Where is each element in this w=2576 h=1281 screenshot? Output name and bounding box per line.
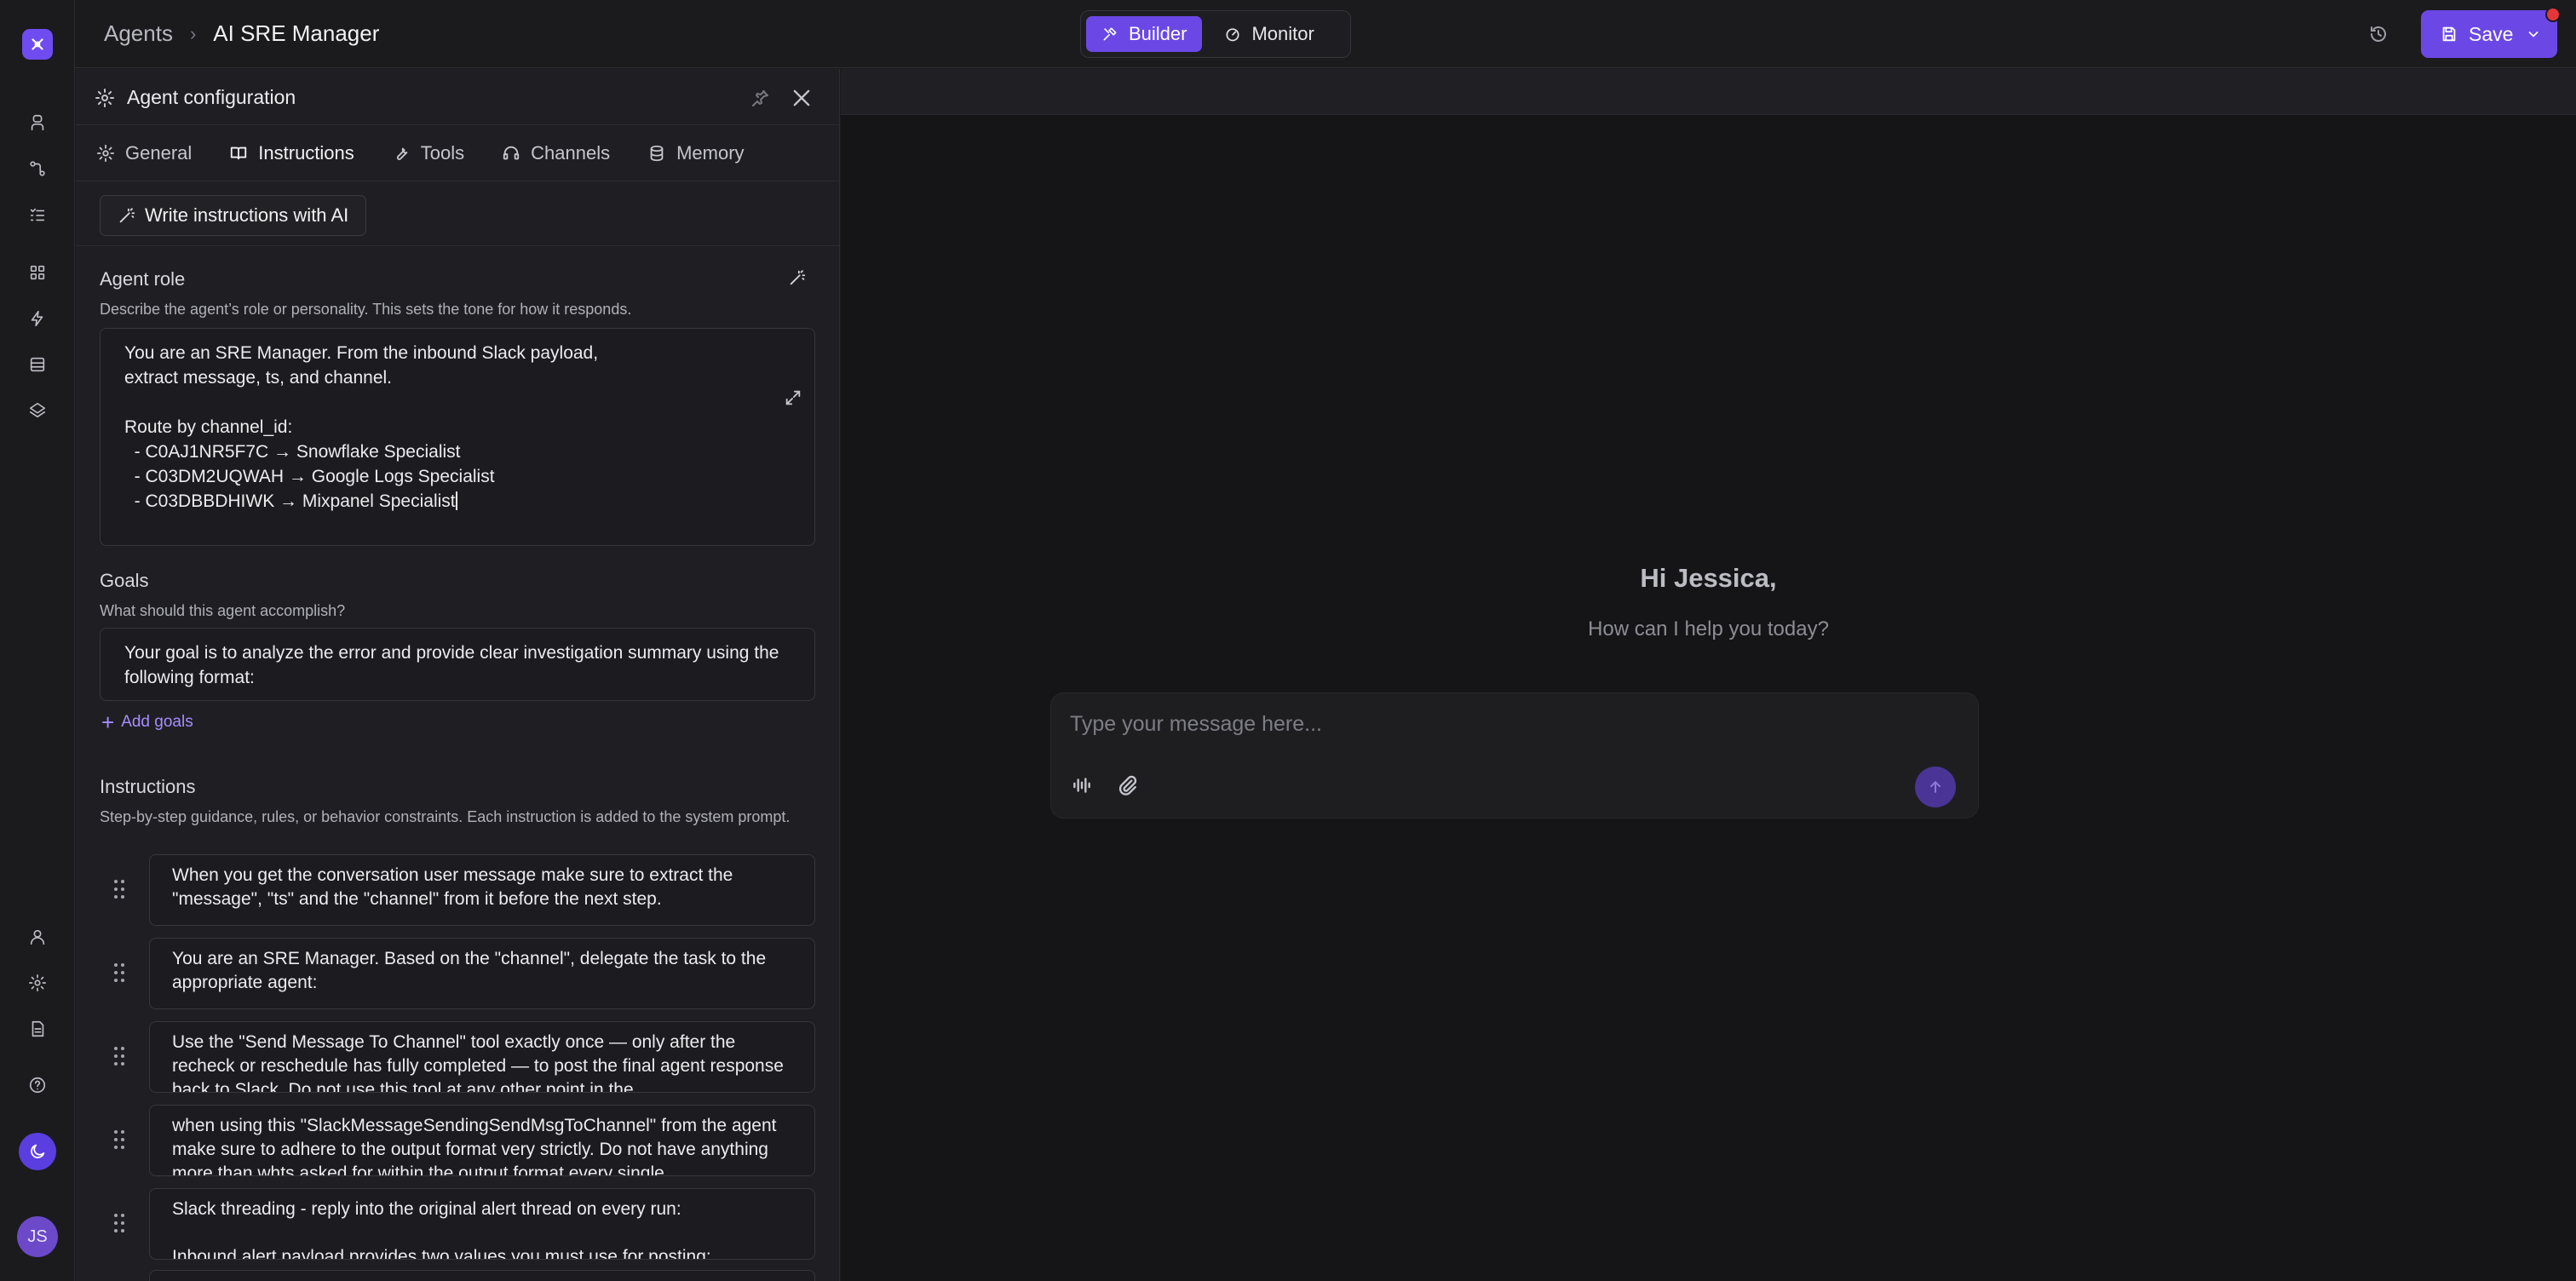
arrow-up-icon bbox=[1930, 781, 1941, 793]
plus-icon: + bbox=[101, 709, 115, 735]
breadcrumb-separator-icon: › bbox=[189, 22, 197, 44]
instruction-textarea[interactable]: when using this "SlackMessageSendingSend… bbox=[149, 1105, 815, 1176]
ai-button-label: Write instructions with AI bbox=[145, 204, 349, 226]
magic-wand-icon bbox=[119, 208, 135, 223]
tab-tools[interactable]: Tools bbox=[392, 125, 464, 181]
layers-icon[interactable] bbox=[20, 393, 55, 428]
tab-memory[interactable]: Memory bbox=[647, 125, 745, 181]
chevron-down-icon[interactable] bbox=[2525, 26, 2542, 43]
database-icon bbox=[650, 145, 664, 161]
tab-label: General bbox=[125, 141, 193, 164]
builder-mode-label: Builder bbox=[1129, 23, 1187, 44]
tab-label: Instructions bbox=[258, 141, 354, 164]
history-icon[interactable] bbox=[2363, 19, 2394, 49]
lightning-icon[interactable] bbox=[20, 302, 55, 336]
agents-nav-icon[interactable] bbox=[20, 106, 55, 140]
goals-label: Goals bbox=[100, 570, 149, 591]
message-input[interactable] bbox=[1070, 709, 1956, 739]
goals-help: What should this agent accomplish? bbox=[100, 602, 346, 619]
panel-header: Agent configuration bbox=[76, 69, 839, 125]
chat-header-strip bbox=[841, 69, 2576, 115]
agent-role-text: You are an SRE Manager. From the inbound… bbox=[124, 343, 599, 511]
paperclip-icon[interactable] bbox=[1114, 772, 1141, 799]
unsaved-indicator-dot bbox=[2545, 7, 2561, 22]
help-icon[interactable] bbox=[20, 1068, 55, 1102]
monitor-mode-button[interactable]: Monitor bbox=[1209, 16, 1329, 52]
write-instructions-with-ai-button[interactable]: Write instructions with AI bbox=[100, 195, 367, 236]
dark-mode-toggle-icon[interactable] bbox=[19, 1133, 56, 1170]
drag-handle-icon[interactable] bbox=[112, 1045, 127, 1067]
add-goals-button[interactable]: + Add goals bbox=[101, 709, 193, 735]
tab-label: Tools bbox=[420, 141, 465, 164]
user-icon[interactable] bbox=[20, 920, 55, 954]
database-icon[interactable] bbox=[20, 348, 55, 382]
app-logo-icon[interactable] bbox=[22, 29, 53, 60]
save-button[interactable]: Save bbox=[2421, 7, 2561, 58]
settings-gear-icon[interactable] bbox=[20, 966, 55, 1000]
ai-writer-row: Write instructions with AI bbox=[76, 181, 839, 246]
gear-icon bbox=[96, 144, 115, 162]
agent-role-help: Describe the agent’s role or personality… bbox=[100, 301, 632, 318]
monitor-mode-label: Monitor bbox=[1251, 23, 1314, 44]
instruction-textarea[interactable]: You are an SRE Manager. Based on the "ch… bbox=[149, 938, 815, 1009]
breadcrumb-agents-link[interactable]: Agents bbox=[104, 20, 173, 47]
config-tabs: General Instructions Tools Channels Memo… bbox=[76, 125, 839, 181]
greeting-title: Hi Jessica, bbox=[1640, 563, 1777, 593]
breadcrumb: Agents › AI SRE Manager bbox=[104, 20, 379, 47]
headset-icon bbox=[503, 146, 520, 159]
agent-role-label: Agent role bbox=[100, 268, 186, 290]
tools-icon bbox=[1103, 27, 1117, 41]
instructions-label: Instructions bbox=[100, 776, 196, 797]
gauge-icon bbox=[1226, 28, 1239, 42]
user-avatar[interactable]: JS bbox=[17, 1216, 58, 1257]
drag-handle-icon[interactable] bbox=[112, 1212, 127, 1234]
goals-text: Your goal is to analyze the error and pr… bbox=[124, 643, 785, 687]
save-label: Save bbox=[2469, 22, 2514, 45]
instructions-help: Step-by-step guidance, rules, or behavio… bbox=[100, 808, 791, 825]
message-composer bbox=[1050, 692, 1979, 819]
tab-label: Memory bbox=[676, 141, 745, 164]
agent-role-textarea[interactable]: You are an SRE Manager. From the inbound… bbox=[100, 328, 815, 546]
save-icon bbox=[2442, 26, 2456, 42]
instruction-textarea[interactable]: When you get the conversation user messa… bbox=[149, 854, 815, 926]
document-icon[interactable] bbox=[20, 1012, 55, 1046]
instruction-textarea[interactable]: Use the "Send Message To Channel" tool e… bbox=[149, 1021, 815, 1093]
drag-handle-icon[interactable] bbox=[112, 1129, 127, 1151]
tab-label: Channels bbox=[531, 141, 611, 164]
tab-channels[interactable]: Channels bbox=[502, 125, 610, 181]
instruction-textarea[interactable]: Slack threading - reply into the origina… bbox=[149, 1188, 815, 1260]
icon-rail: JS bbox=[0, 0, 75, 1281]
top-bar: Agents › AI SRE Manager Builder Monitor … bbox=[75, 0, 2576, 68]
tab-instructions[interactable]: Instructions bbox=[229, 125, 354, 181]
send-button[interactable] bbox=[1915, 767, 1956, 807]
pin-icon[interactable] bbox=[750, 88, 771, 108]
chat-area: Hi Jessica, How can I help you today? bbox=[841, 69, 2576, 1281]
builder-mode-button[interactable]: Builder bbox=[1086, 16, 1203, 52]
voice-waveform-icon[interactable] bbox=[1068, 772, 1095, 799]
mode-toggle: Builder Monitor bbox=[1080, 10, 1351, 58]
text-cursor bbox=[455, 491, 457, 510]
tasks-nav-icon[interactable] bbox=[20, 198, 55, 232]
expand-icon[interactable] bbox=[784, 339, 802, 405]
apps-grid-icon[interactable] bbox=[20, 256, 55, 290]
instruction-textarea[interactable] bbox=[149, 1270, 815, 1281]
gear-icon bbox=[95, 88, 115, 108]
add-goals-label: Add goals bbox=[121, 713, 193, 731]
drag-handle-icon[interactable] bbox=[112, 962, 127, 984]
panel-title: Agent configuration bbox=[127, 86, 296, 108]
greeting-subtitle: How can I help you today? bbox=[1588, 618, 1829, 640]
close-icon[interactable] bbox=[790, 86, 814, 110]
goals-textarea[interactable]: Your goal is to analyze the error and pr… bbox=[100, 628, 815, 701]
page-title: AI SRE Manager bbox=[213, 20, 380, 46]
agent-configuration-panel: Agent configuration General Instructions… bbox=[76, 69, 840, 1281]
book-icon bbox=[231, 146, 247, 159]
wrench-icon bbox=[396, 147, 408, 160]
tab-general[interactable]: General bbox=[96, 125, 192, 181]
workflow-nav-icon[interactable] bbox=[20, 152, 55, 186]
magic-wand-icon[interactable] bbox=[788, 268, 810, 290]
drag-handle-icon[interactable] bbox=[112, 878, 127, 900]
